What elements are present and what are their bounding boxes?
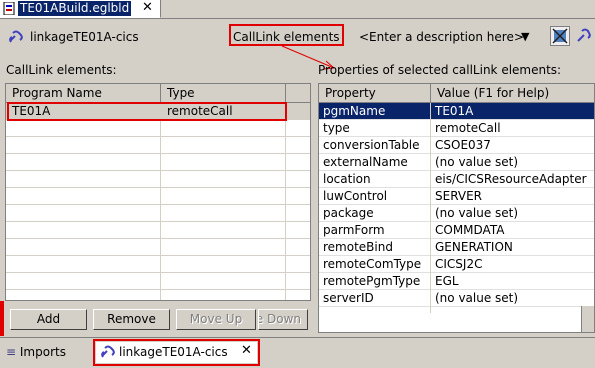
link-icon [9, 30, 23, 43]
link-toolbar-icon[interactable] [574, 26, 594, 46]
property-value[interactable]: EGL [435, 273, 459, 290]
property-name: remotePgmType [323, 274, 421, 288]
property-name: remoteComType [323, 257, 422, 271]
close-icon[interactable]: ✕ [142, 0, 153, 16]
property-value[interactable]: COMMDATA [435, 222, 504, 239]
linkage-title: linkageTE01A-cics [30, 30, 139, 44]
toolbar-toggle-button[interactable] [550, 26, 570, 46]
property-name: luwControl [323, 189, 388, 203]
property-row[interactable]: package (no value set) [319, 205, 594, 222]
column-header-property[interactable]: Property [319, 84, 431, 103]
property-name: remoteBind [323, 240, 393, 254]
build-file-icon [3, 2, 15, 15]
editor-tab[interactable]: TE01ABuild.eglbld ✕ [0, 0, 161, 18]
filter-icon [552, 28, 568, 44]
add-button[interactable]: Add [10, 309, 87, 330]
property-name: location [323, 172, 371, 186]
chevron-down-icon[interactable]: ▼ [521, 29, 529, 45]
scrollbar[interactable] [581, 306, 594, 332]
left-highlight-edge [0, 301, 4, 336]
property-row[interactable]: externalName (no value set) [319, 154, 594, 171]
tab-imports[interactable]: ≡ Imports [6, 344, 66, 360]
imports-label: Imports [19, 345, 66, 359]
property-value[interactable]: eis/CICSResourceAdapter [435, 171, 587, 188]
move-down-label: Move Down [259, 312, 301, 326]
property-row[interactable]: luwControl SERVER [319, 188, 594, 205]
property-row[interactable]: parmForm COMMDATA [319, 222, 594, 239]
column-header-program-name[interactable]: Program Name [6, 84, 161, 103]
property-row[interactable]: pgmName TE01A [319, 103, 594, 120]
column-header-value[interactable]: Value (F1 for Help) [431, 84, 594, 103]
property-row[interactable]: type remoteCall [319, 120, 594, 137]
column-header-type[interactable]: Type [161, 84, 286, 103]
property-name: externalName [323, 155, 408, 169]
property-name: conversionTable [323, 138, 420, 152]
property-value[interactable]: TE01A [435, 103, 473, 120]
divider [0, 18, 595, 19]
property-value[interactable]: CSOE037 [435, 137, 491, 154]
bottom-tab-bar [0, 337, 595, 368]
property-name: type [323, 121, 350, 135]
remove-button[interactable]: Remove [93, 309, 170, 330]
property-value[interactable]: remoteCall [435, 120, 501, 137]
description-field[interactable]: <Enter a description here> [359, 29, 524, 45]
property-value[interactable]: SERVER [435, 188, 482, 205]
properties-table[interactable]: Property Value (F1 for Help) pgmName TE01… [318, 83, 595, 333]
property-name: serverID [323, 291, 374, 305]
calllink-elements-label: CallLink elements: [6, 63, 117, 77]
property-row[interactable]: remoteComType CICSJ2C [319, 256, 594, 273]
property-row[interactable]: serverID (no value set) [319, 290, 594, 307]
tab-highlight-box [93, 339, 260, 366]
properties-label: Properties of selected callLink elements… [318, 63, 562, 77]
property-value[interactable]: (no value set) [435, 154, 518, 171]
property-value[interactable]: CICSJ2C [435, 256, 482, 273]
property-value[interactable]: (no value set) [435, 205, 518, 222]
imports-icon: ≡ [6, 345, 17, 359]
property-name: pgmName [323, 104, 386, 118]
property-row[interactable]: location eis/CICSResourceAdapter [319, 171, 594, 188]
property-value[interactable]: GENERATION [435, 239, 513, 256]
property-value[interactable]: (no value set) [435, 290, 518, 307]
property-row[interactable]: conversionTable CSOE037 [319, 137, 594, 154]
editor-tab-title: TE01ABuild.eglbld [18, 1, 132, 16]
column-header-filler [286, 84, 310, 103]
row-highlight-box [7, 102, 287, 121]
move-up-button[interactable]: Move Up [176, 309, 256, 330]
property-name: parmForm [323, 223, 385, 237]
property-row[interactable]: remoteBind GENERATION [319, 239, 594, 256]
property-row[interactable]: remotePgmType EGL [319, 273, 594, 290]
calllink-elements-button[interactable]: CallLink elements [233, 29, 340, 45]
property-name: package [323, 206, 374, 220]
move-down-button[interactable]: Move Down [258, 309, 308, 330]
